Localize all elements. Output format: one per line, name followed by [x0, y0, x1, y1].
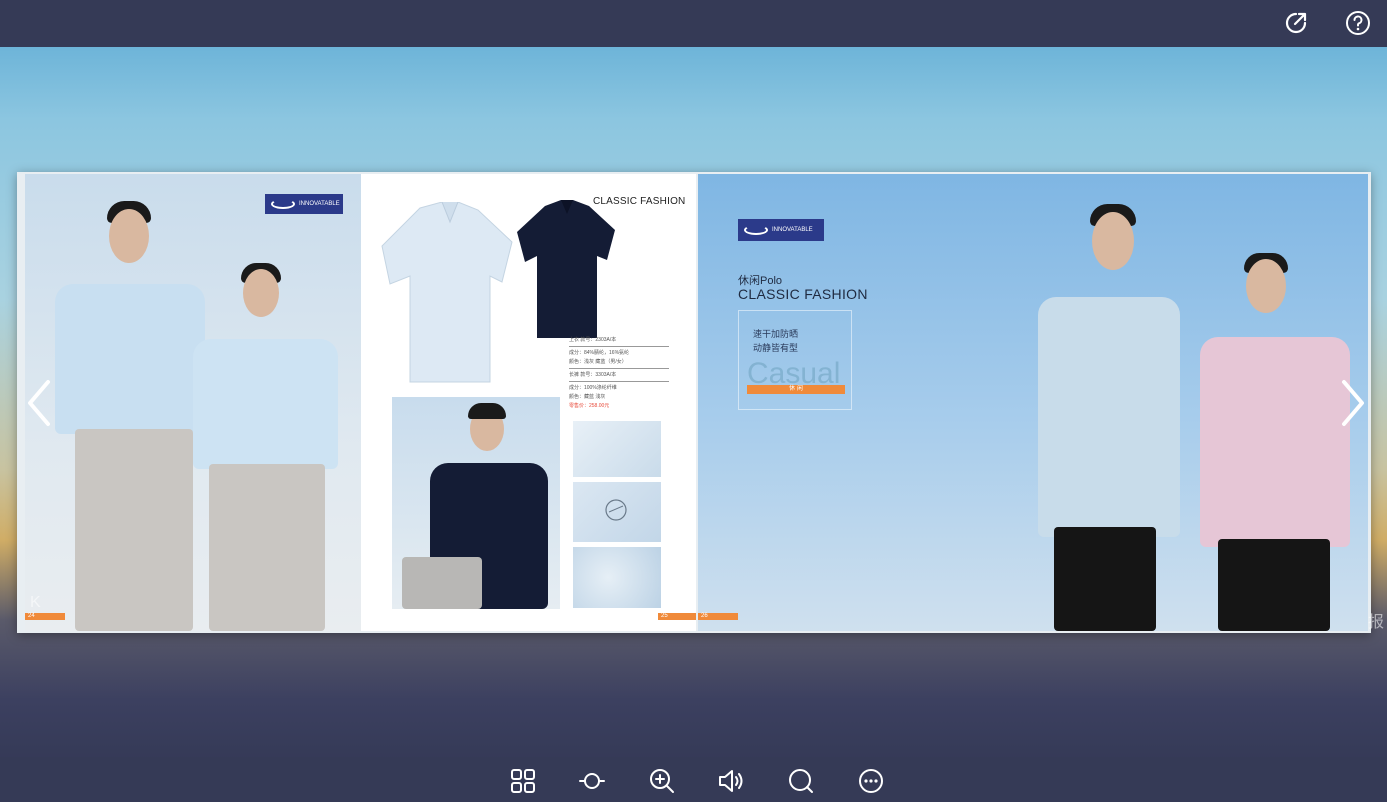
casual-badge: 速干加防晒 动静皆有型 Casual 休 闲 [738, 310, 852, 410]
share-button[interactable] [1282, 9, 1310, 37]
page-number-25: 25 [658, 613, 696, 620]
tagline-1: 速干加防晒 [753, 329, 799, 339]
search-icon [789, 769, 813, 793]
model-photo-left: INNOVATABLE 24 [25, 174, 361, 631]
brand-logo-right: INNOVATABLE [738, 219, 824, 241]
help-button[interactable] [1344, 9, 1372, 37]
casual-bar: 休 闲 [747, 385, 845, 394]
logo-detail-image [572, 481, 662, 543]
help-icon [1346, 11, 1370, 35]
page-number-26: 26 [698, 613, 738, 620]
zoom-in-icon [650, 769, 674, 793]
flipbook: INNOVATABLE 24 CLASSIC FASHION 上衣 款号：230… [17, 172, 1371, 633]
product-spec: 上衣 款号：2303A/本 成分：84%腈纶，16%氨纶 颜色：浅灰 藏蓝（男/… [569, 336, 669, 411]
previous-page-button[interactable] [24, 378, 54, 428]
polo-title: CLASSIC FASHION [738, 286, 868, 302]
white-polo-image [381, 202, 513, 383]
sound-icon [719, 770, 743, 792]
autoplay-button[interactable] [578, 767, 606, 795]
navy-polo-model-photo [392, 397, 560, 609]
search-button[interactable] [787, 767, 815, 795]
chevron-right-icon [1342, 380, 1364, 426]
page-right[interactable]: INNOVATABLE 休闲Polo CLASSIC FASHION 速干加防晒… [698, 174, 1368, 631]
female-model-right [1188, 249, 1358, 631]
male-model-right [1028, 202, 1188, 631]
female-model [185, 259, 355, 631]
top-toolbar [0, 0, 1387, 47]
collar-detail-image [572, 420, 662, 478]
autoplay-icon [579, 773, 605, 789]
fabric-detail-image [572, 546, 662, 609]
more-button[interactable] [857, 767, 885, 795]
zoom-button[interactable] [648, 767, 676, 795]
next-page-button[interactable] [1338, 378, 1368, 428]
tagline-2: 动静皆有型 [753, 343, 799, 353]
bottom-toolbar [0, 757, 1387, 802]
thumbnails-button[interactable] [509, 767, 537, 795]
page-left[interactable]: INNOVATABLE 24 CLASSIC FASHION 上衣 款号：230… [25, 174, 696, 631]
share-icon [1285, 12, 1307, 34]
chevron-left-icon [28, 380, 50, 426]
grid-icon [511, 769, 535, 793]
corner-label-right: 报 [1368, 614, 1385, 631]
brand-logo: INNOVATABLE [265, 194, 343, 214]
more-icon [859, 769, 883, 793]
page-number-24: 24 [25, 613, 65, 620]
sound-button[interactable] [717, 767, 745, 795]
navy-polo-image [517, 200, 615, 338]
corner-label-left: K [30, 594, 41, 611]
